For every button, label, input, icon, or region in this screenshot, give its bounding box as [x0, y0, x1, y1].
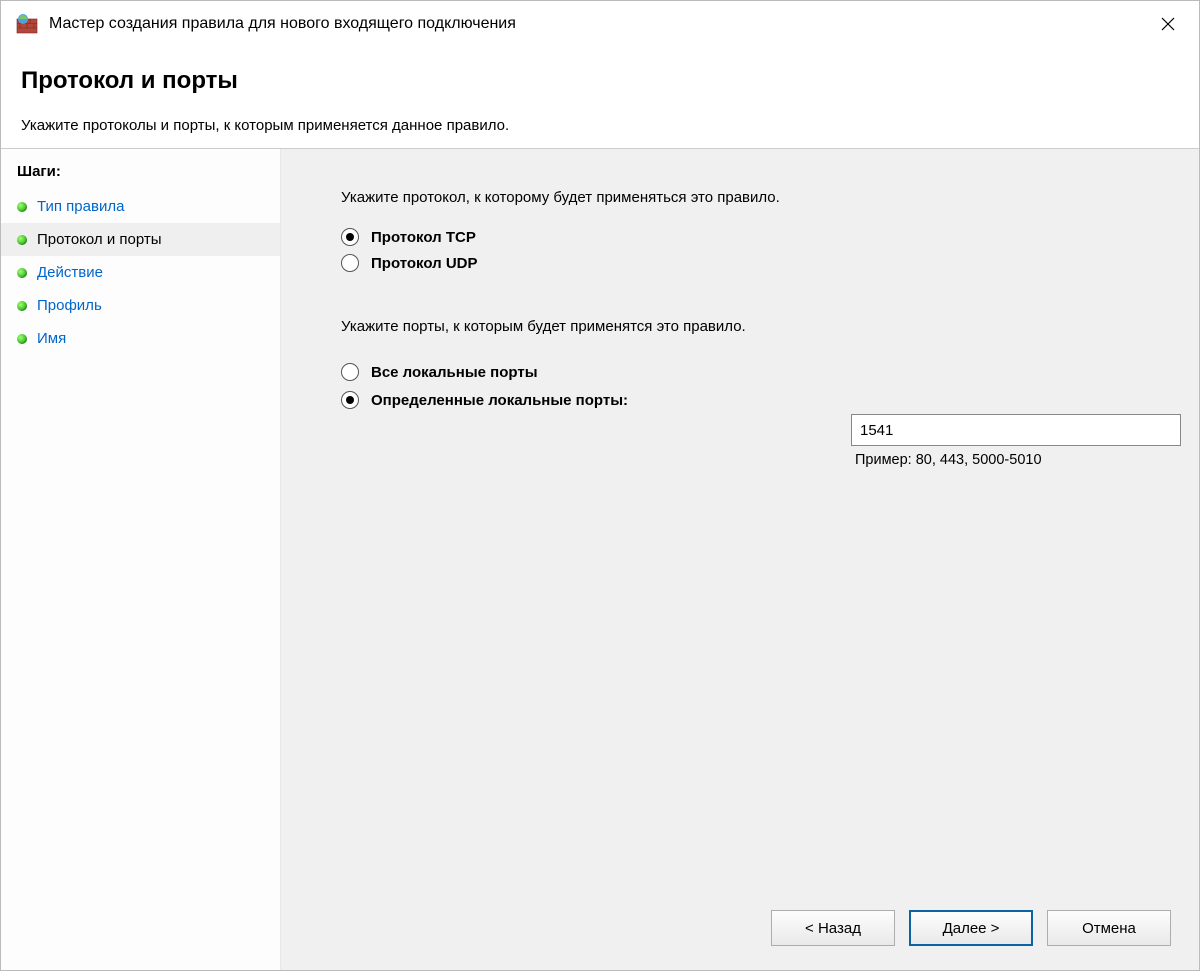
bullet-icon: [17, 301, 27, 311]
bullet-icon: [17, 235, 27, 245]
firewall-icon: [15, 12, 39, 36]
wizard-button-bar: < Назад Далее > Отмена: [771, 910, 1171, 946]
window-title: Мастер создания правила для нового входя…: [49, 15, 1145, 33]
protocol-prompt: Укажите протокол, к которому будет приме…: [341, 189, 1139, 206]
step-label: Протокол и порты: [37, 231, 162, 248]
step-label: Действие: [37, 264, 103, 281]
radio-icon: [341, 363, 359, 381]
step-label: Профиль: [37, 297, 102, 314]
step-action[interactable]: Действие: [1, 256, 280, 289]
wizard-body: Шаги: Тип правила Протокол и порты Дейст…: [1, 148, 1199, 970]
step-name[interactable]: Имя: [1, 322, 280, 355]
page-heading: Протокол и порты: [21, 67, 1179, 95]
radio-protocol-udp[interactable]: Протокол UDP: [341, 252, 1139, 274]
port-input-group: Пример: 80, 443, 5000-5010: [851, 414, 1181, 468]
step-profile[interactable]: Профиль: [1, 289, 280, 322]
step-label: Тип правила: [37, 198, 124, 215]
bullet-icon: [17, 202, 27, 212]
step-label: Имя: [37, 330, 66, 347]
close-button[interactable]: [1145, 1, 1191, 47]
radio-ports-specific[interactable]: Определенные локальные порты:: [341, 389, 1139, 411]
bullet-icon: [17, 268, 27, 278]
bullet-icon: [17, 334, 27, 344]
page-subtitle: Укажите протоколы и порты, к которым при…: [21, 117, 1179, 134]
step-rule-type[interactable]: Тип правила: [1, 190, 280, 223]
radio-label: Протокол TCP: [371, 229, 476, 246]
radio-protocol-tcp[interactable]: Протокол TCP: [341, 226, 1139, 248]
steps-label: Шаги:: [1, 153, 280, 190]
steps-sidebar: Шаги: Тип правила Протокол и порты Дейст…: [1, 149, 281, 970]
ports-prompt: Укажите порты, к которым будет применятс…: [341, 318, 1139, 335]
wizard-content: Укажите протокол, к которому будет приме…: [281, 149, 1199, 970]
wizard-window: Мастер создания правила для нового входя…: [0, 0, 1200, 971]
cancel-button[interactable]: Отмена: [1047, 910, 1171, 946]
radio-icon: [341, 391, 359, 409]
specific-ports-input[interactable]: [851, 414, 1181, 446]
step-protocol-ports[interactable]: Протокол и порты: [1, 223, 280, 256]
title-bar: Мастер создания правила для нового входя…: [1, 1, 1199, 47]
radio-icon: [341, 254, 359, 272]
wizard-header: Протокол и порты Укажите протоколы и пор…: [1, 47, 1199, 148]
radio-label: Протокол UDP: [371, 255, 478, 272]
radio-icon: [341, 228, 359, 246]
radio-label: Все локальные порты: [371, 364, 538, 381]
port-example-text: Пример: 80, 443, 5000-5010: [851, 452, 1181, 468]
radio-ports-all[interactable]: Все локальные порты: [341, 361, 1139, 383]
back-button[interactable]: < Назад: [771, 910, 895, 946]
radio-label: Определенные локальные порты:: [371, 392, 628, 409]
next-button[interactable]: Далее >: [909, 910, 1033, 946]
